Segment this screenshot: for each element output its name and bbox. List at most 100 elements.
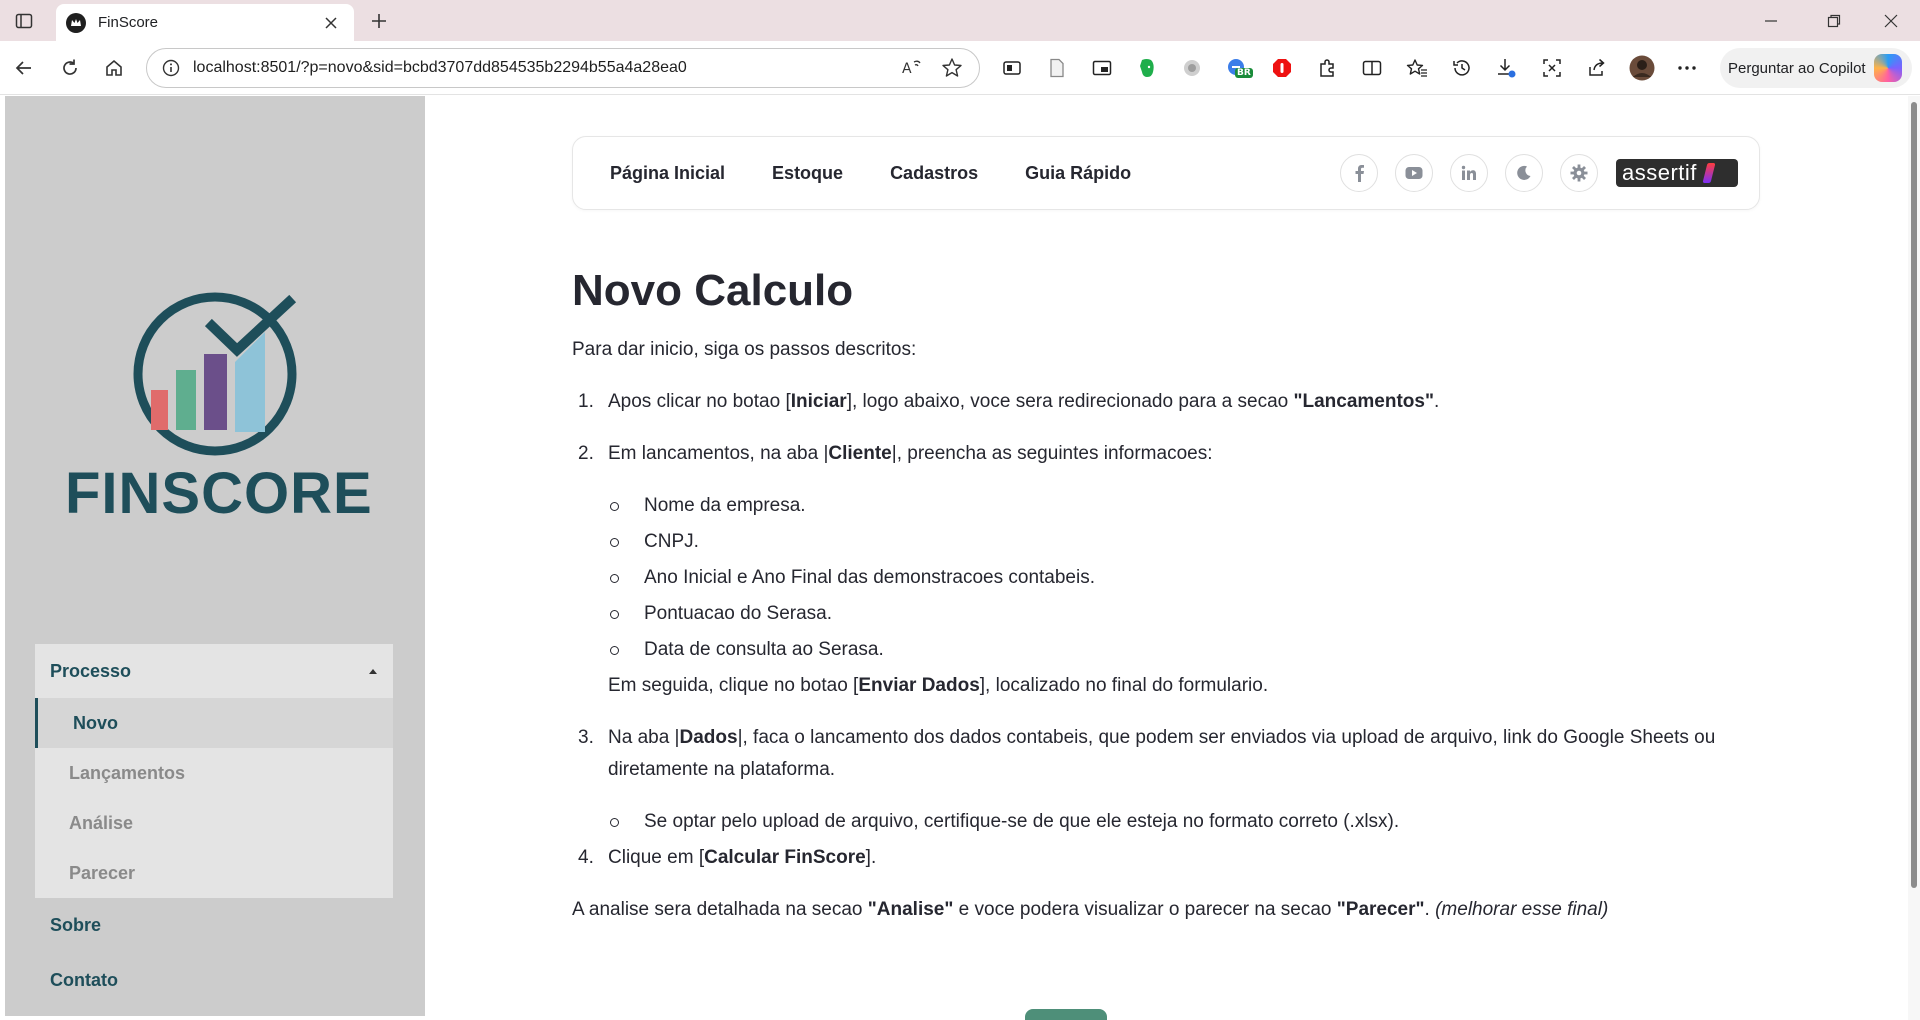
page-scrollbar[interactable] xyxy=(1908,96,1920,1020)
page-title: Novo Calculo xyxy=(572,266,854,315)
browser-tabstrip: FinScore xyxy=(0,0,1920,41)
list-item-text: Pontuacao do Serasa. xyxy=(644,603,833,624)
extension-leaf-icon[interactable] xyxy=(1178,54,1206,82)
steps-list: 1. Apos clicar no botao [Iniciar], logo … xyxy=(572,386,1760,874)
scrollbar-thumb[interactable] xyxy=(1911,102,1917,888)
bullet-circle-icon xyxy=(610,610,619,619)
step-bold: Calcular FinScore xyxy=(704,847,866,868)
menu-group-header[interactable]: Processo xyxy=(35,644,393,698)
step-text: Em seguida, clique no botao [ xyxy=(608,675,859,696)
browser-tab-active[interactable]: FinScore xyxy=(56,4,354,41)
nav-link-cadastros[interactable]: Cadastros xyxy=(890,163,978,184)
restore-button[interactable] xyxy=(1811,6,1857,36)
history-icon[interactable] xyxy=(1448,54,1476,82)
step-3: 3. Na aba |Dados|, faca o lancamento dos… xyxy=(572,722,1760,842)
tab-actions-icon[interactable] xyxy=(12,9,36,33)
upload-tips-list: Se optar pelo upload de arquivo, certifi… xyxy=(608,806,1760,842)
url-text[interactable]: localhost:8501/?p=novo&sid=bcbd3707dd854… xyxy=(193,59,885,77)
iniciar-button-partial[interactable] xyxy=(1025,1009,1107,1020)
step-number: 4. xyxy=(578,847,594,868)
reload-icon[interactable] xyxy=(56,54,84,82)
closing-italic: (melhorar esse final) xyxy=(1435,899,1609,920)
split-screen-icon[interactable] xyxy=(1358,54,1386,82)
close-icon[interactable] xyxy=(320,12,342,34)
caret-up-icon xyxy=(369,668,377,674)
list-item-text: Nome da empresa. xyxy=(644,495,806,516)
menu-item-parecer[interactable]: Parecer xyxy=(35,848,393,898)
facebook-icon[interactable] xyxy=(1340,154,1378,192)
menu-item-lancamentos[interactable]: Lançamentos xyxy=(35,748,393,798)
moon-icon[interactable] xyxy=(1505,154,1543,192)
bullet-circle-icon xyxy=(610,574,619,583)
menu-item-sobre[interactable]: Sobre xyxy=(35,898,393,953)
nav-links: Página Inicial Estoque Cadastros Guia Rá… xyxy=(610,137,1178,209)
step-bold: Cliente xyxy=(828,443,892,464)
list-item-text: Data de consulta ao Serasa. xyxy=(644,639,884,660)
crown-icon xyxy=(66,12,86,33)
step-text: Na aba | xyxy=(608,727,680,748)
menu-item-analise[interactable]: Análise xyxy=(35,798,393,848)
home-icon[interactable] xyxy=(100,54,128,82)
step-text: Clique em [ xyxy=(608,847,705,868)
profile-avatar[interactable] xyxy=(1628,54,1656,82)
screenshot-icon[interactable] xyxy=(1538,54,1566,82)
step-number: 2. xyxy=(578,443,594,464)
nav-link-estoque[interactable]: Estoque xyxy=(772,163,843,184)
download-icon[interactable] xyxy=(1493,54,1521,82)
list-item-text: Ano Inicial e Ano Final das demonstracoe… xyxy=(644,567,1095,588)
linkedin-icon[interactable] xyxy=(1450,154,1488,192)
menu-item-novo[interactable]: Novo xyxy=(35,698,393,748)
gear-icon[interactable] xyxy=(1560,154,1598,192)
step-text: |, preencha as seguintes informacoes: xyxy=(891,443,1213,464)
new-tab-button[interactable] xyxy=(366,8,392,34)
step-text: Em lancamentos, na aba | xyxy=(608,443,829,464)
evernote-icon[interactable] xyxy=(1133,54,1161,82)
tab-title: FinScore xyxy=(98,14,159,31)
step-text: . xyxy=(1433,391,1440,412)
copilot-icon xyxy=(1874,54,1902,82)
main-content: Novo Calculo Para dar inicio, siga os pa… xyxy=(572,262,1760,926)
menu-item-contato[interactable]: Contato xyxy=(35,953,393,1008)
step-bold: "Lancamentos" xyxy=(1293,391,1434,412)
wallet-icon[interactable] xyxy=(998,54,1026,82)
step-2: 2. Em lancamentos, na aba |Cliente|, pre… xyxy=(572,438,1760,702)
minimize-button[interactable] xyxy=(1748,6,1794,36)
step-text: ], logo abaixo, voce sera redirecionado … xyxy=(846,391,1294,412)
step-text: ]. xyxy=(865,847,877,868)
copilot-button[interactable]: Perguntar ao Copilot xyxy=(1720,48,1912,88)
bullet-circle-icon xyxy=(610,818,619,827)
assertif-logo[interactable]: assertif xyxy=(1616,159,1738,187)
more-icon[interactable] xyxy=(1673,54,1701,82)
step-text: Apos clicar no botao [ xyxy=(608,391,791,412)
menu-group-processo: Processo Novo Lançamentos Análise Parece… xyxy=(35,644,393,898)
step-bold: Enviar Dados xyxy=(858,675,980,696)
extensions-toolbar: BR xyxy=(998,54,1718,82)
top-navigation: Página Inicial Estoque Cadastros Guia Rá… xyxy=(572,136,1760,210)
adblock-icon[interactable] xyxy=(1268,54,1296,82)
youtube-icon[interactable] xyxy=(1395,154,1433,192)
puzzle-icon[interactable] xyxy=(1313,54,1341,82)
back-arrow-icon[interactable] xyxy=(10,54,38,82)
close-window-button[interactable] xyxy=(1868,6,1914,36)
picture-in-picture-icon[interactable] xyxy=(1088,54,1116,82)
list-item: Nome da empresa. xyxy=(608,490,1760,526)
svg-text:A: A xyxy=(902,61,912,77)
finscore-logo: FINSCORE xyxy=(65,292,372,532)
translate-icon[interactable]: BR xyxy=(1223,54,1253,82)
nav-link-guia-rapido[interactable]: Guia Rápido xyxy=(1025,163,1131,184)
address-bar[interactable]: localhost:8501/?p=novo&sid=bcbd3707dd854… xyxy=(146,48,980,88)
bullet-circle-icon xyxy=(610,538,619,547)
share-icon[interactable] xyxy=(1583,54,1611,82)
site-info-icon[interactable] xyxy=(161,58,181,78)
finscore-chart-logo-icon xyxy=(133,292,297,456)
step-1: 1. Apos clicar no botao [Iniciar], logo … xyxy=(572,386,1760,418)
step-bold: Dados xyxy=(679,727,738,748)
nav-link-pagina-inicial[interactable]: Página Inicial xyxy=(610,163,725,184)
closing-part: A analise sera detalhada na secao xyxy=(572,899,868,920)
favorites-icon[interactable] xyxy=(1403,54,1431,82)
document-icon[interactable] xyxy=(1043,54,1071,82)
step-text: ], localizado no final do formulario. xyxy=(979,675,1269,696)
read-aloud-icon[interactable]: A xyxy=(899,55,925,81)
favorite-star-icon[interactable] xyxy=(939,55,965,81)
list-item: Pontuacao do Serasa. xyxy=(608,598,1760,634)
